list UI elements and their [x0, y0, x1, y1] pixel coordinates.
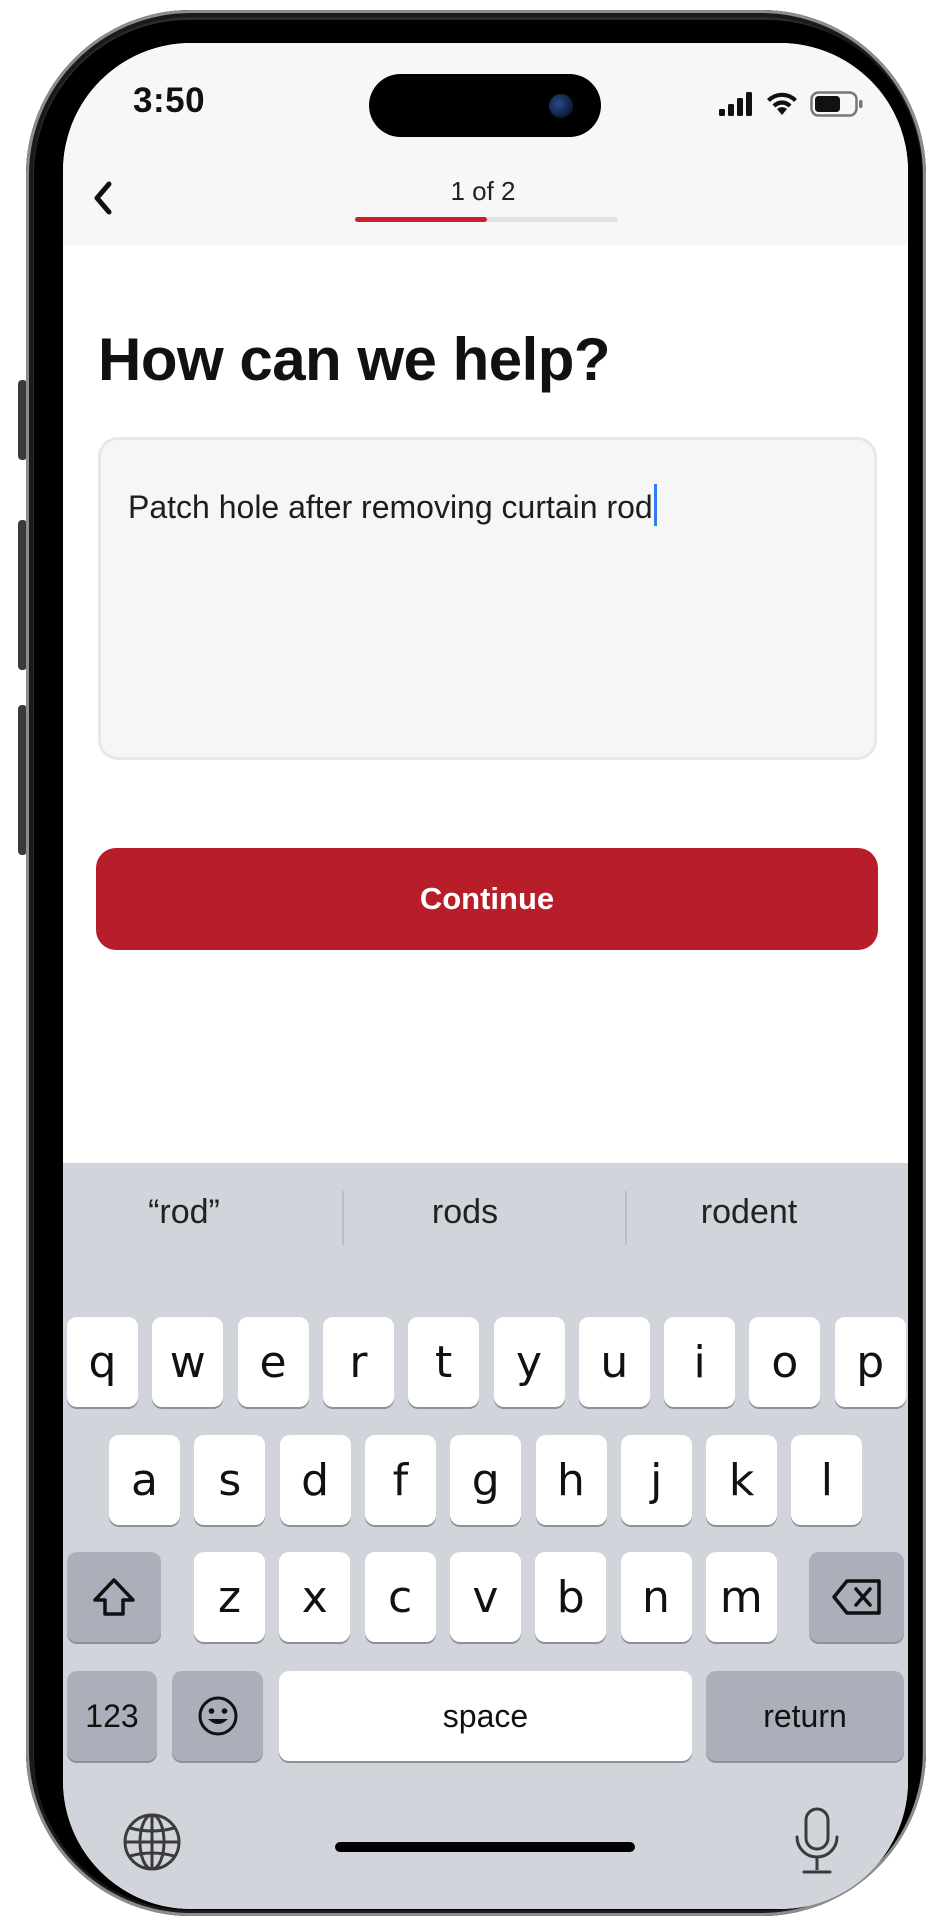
key-r[interactable]: r [322, 1317, 394, 1407]
key-x[interactable]: x [279, 1552, 351, 1642]
text-caret [653, 484, 657, 526]
status-time: 3:50 [133, 81, 206, 120]
key-d[interactable]: d [279, 1435, 351, 1525]
key-y[interactable]: y [493, 1317, 565, 1407]
progress-fill [355, 217, 487, 222]
shift-key[interactable] [67, 1552, 161, 1642]
key-k[interactable]: k [706, 1435, 778, 1525]
status-icons [718, 89, 868, 119]
description-value: Patch hole after removing curtain rod [128, 489, 653, 525]
space-key[interactable]: space [279, 1671, 692, 1761]
key-z[interactable]: z [194, 1552, 265, 1642]
delete-icon [831, 1579, 881, 1615]
globe-icon [123, 1813, 181, 1871]
key-a[interactable]: a [109, 1435, 180, 1525]
emoji-key[interactable] [172, 1671, 263, 1761]
key-i[interactable]: i [664, 1317, 736, 1407]
progress-bar [355, 217, 618, 222]
key-f[interactable]: f [364, 1435, 436, 1525]
key-v[interactable]: v [449, 1552, 521, 1642]
continue-button[interactable]: Continue [96, 848, 878, 950]
delete-key[interactable] [809, 1552, 904, 1642]
key-e[interactable]: e [237, 1317, 309, 1407]
back-button[interactable] [81, 173, 125, 223]
step-indicator: 1 of 2 [450, 176, 516, 206]
key-n[interactable]: n [620, 1552, 692, 1642]
emoji-icon [198, 1696, 237, 1736]
battery-icon [810, 91, 863, 117]
key-b[interactable]: b [535, 1552, 607, 1642]
signal-icon [719, 92, 752, 116]
phone-screen: 3:50 1 of 2 How can we help? Patch hole [63, 43, 908, 1909]
key-u[interactable]: u [578, 1317, 650, 1407]
key-o[interactable]: o [749, 1317, 821, 1407]
page-title: How can we help? [98, 326, 611, 393]
key-p[interactable]: p [834, 1317, 906, 1407]
key-h[interactable]: h [535, 1435, 607, 1525]
description-text: Patch hole after removing curtain rod [128, 484, 657, 526]
camera-icon [549, 94, 573, 118]
suggestion-2[interactable]: rods [335, 1193, 595, 1232]
keyboard: “rod” rods rodent 123 space return q w e… [63, 1163, 908, 1909]
globe-button[interactable] [121, 1811, 187, 1877]
key-j[interactable]: j [620, 1435, 692, 1525]
key-g[interactable]: g [450, 1435, 522, 1525]
key-w[interactable]: w [152, 1317, 224, 1407]
numbers-key[interactable]: 123 [67, 1671, 157, 1761]
dynamic-island [369, 74, 601, 137]
microphone-icon [795, 1807, 839, 1874]
suggestion-3[interactable]: rodent [619, 1193, 879, 1232]
key-l[interactable]: l [791, 1435, 863, 1525]
back-chevron-icon [94, 181, 112, 215]
shift-icon [93, 1578, 135, 1616]
key-c[interactable]: c [364, 1552, 436, 1642]
key-m[interactable]: m [705, 1552, 777, 1642]
wifi-icon [767, 92, 797, 115]
key-t[interactable]: t [408, 1317, 480, 1407]
key-s[interactable]: s [194, 1435, 266, 1525]
key-q[interactable]: q [67, 1317, 138, 1407]
return-key[interactable]: return [706, 1671, 904, 1761]
suggestion-1[interactable]: “rod” [63, 1193, 314, 1232]
dictation-button[interactable] [789, 1806, 845, 1880]
home-indicator [335, 1842, 635, 1852]
description-textarea[interactable]: Patch hole after removing curtain rod [98, 437, 877, 760]
